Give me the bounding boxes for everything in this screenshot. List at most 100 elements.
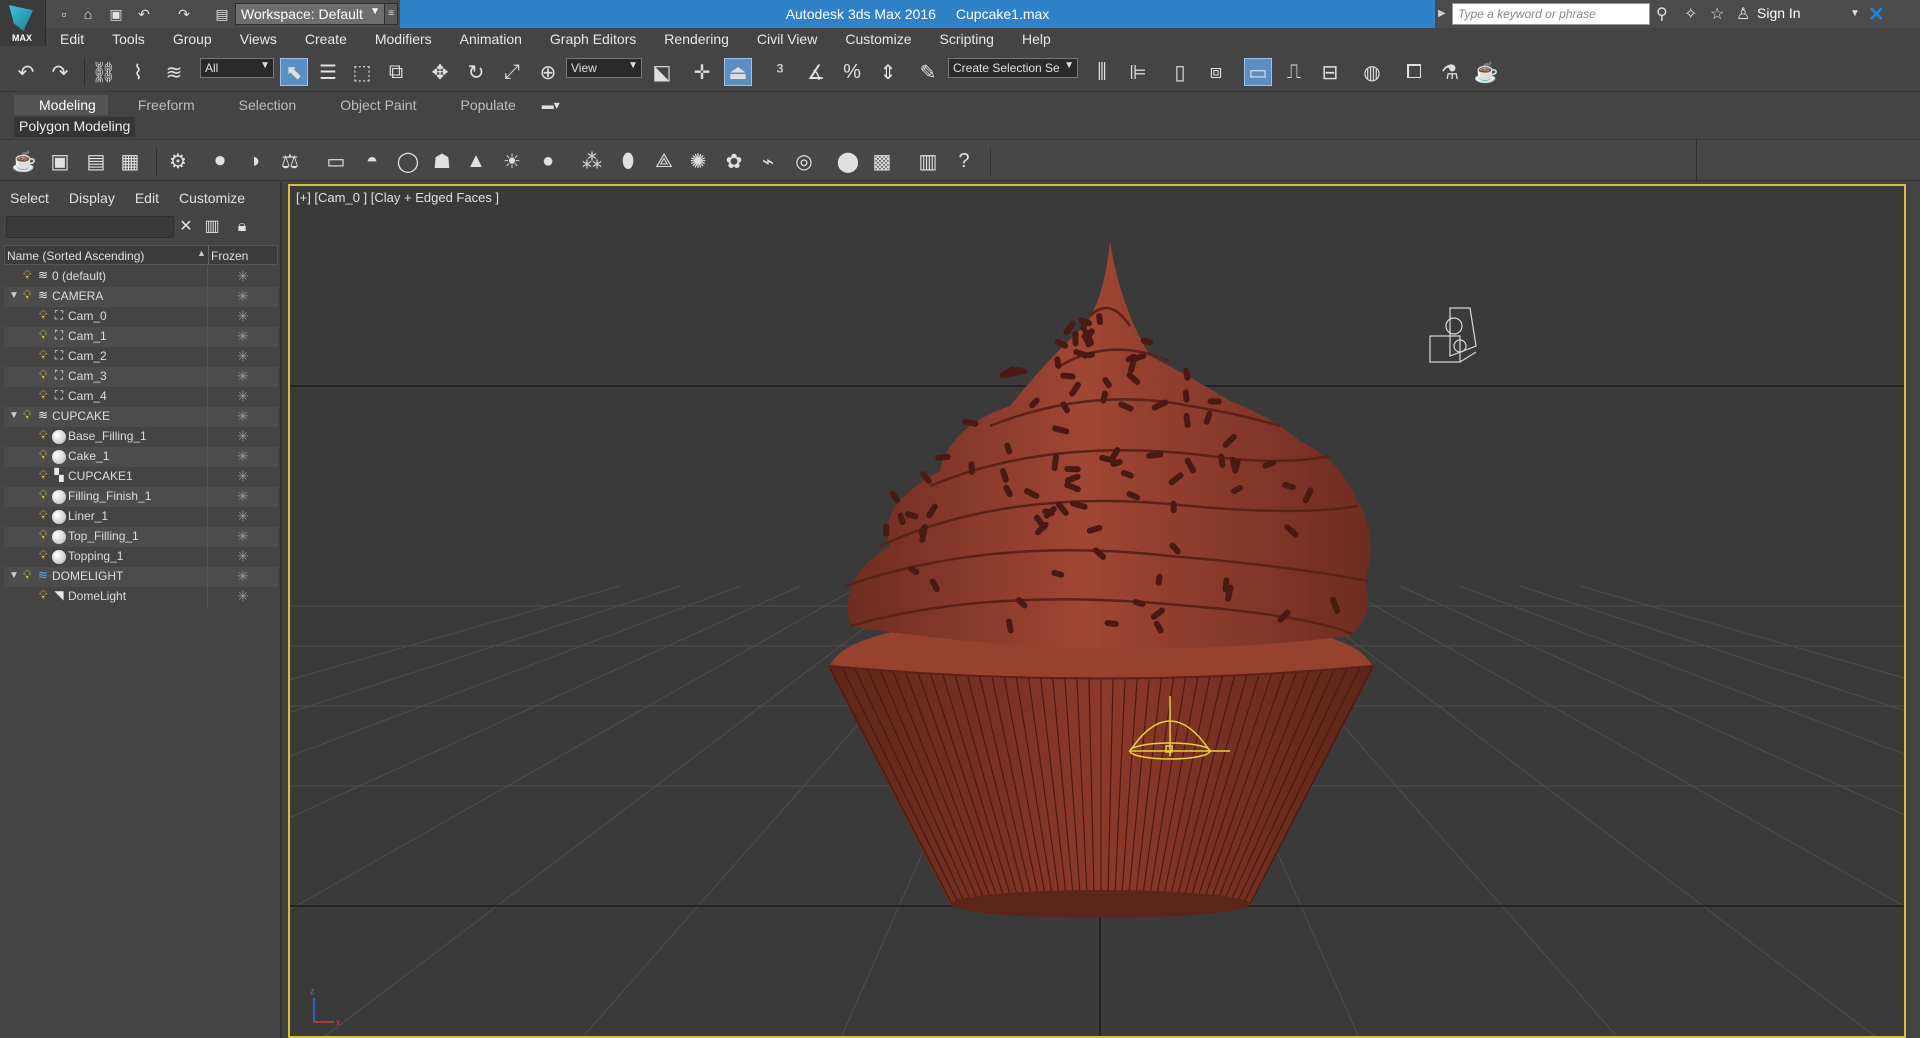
freeze-toggle-icon[interactable]: ✳ xyxy=(237,408,249,425)
render-setup-icon[interactable]: ⧠ xyxy=(1400,58,1428,86)
toggle-scene-explorer-icon[interactable]: ▯ xyxy=(1166,58,1194,86)
hair-fur-icon[interactable]: ⌁ xyxy=(754,147,782,175)
named-selection-set-dropdown[interactable]: Create Selection Se ▼ xyxy=(948,58,1078,78)
visibility-bulb-icon[interactable]: 💡︎ xyxy=(39,528,47,543)
schematic-view-icon[interactable]: ⊟ xyxy=(1316,58,1344,86)
freeze-toggle-icon[interactable]: ✳ xyxy=(237,468,249,485)
curve-editor-icon[interactable]: ⎍ xyxy=(1280,58,1308,86)
teapot-primitive-icon[interactable]: ☗ xyxy=(428,147,456,175)
cupcake-liner[interactable] xyxy=(827,666,1375,918)
freeze-toggle-icon[interactable]: ✳ xyxy=(237,308,249,325)
menu-animation[interactable]: Animation xyxy=(446,31,536,47)
explorer-menu-customize[interactable]: Customize xyxy=(179,190,245,206)
freeze-toggle-icon[interactable]: ✳ xyxy=(237,508,249,525)
shell-icon[interactable]: ◎ xyxy=(790,147,818,175)
lock-icon[interactable]: 🔒︎ xyxy=(232,216,252,238)
tree-row[interactable]: 💡︎ ⛶ Cam_1 ✳ xyxy=(4,327,278,347)
explorer-menu-edit[interactable]: Edit xyxy=(135,190,159,206)
visibility-bulb-icon[interactable]: 💡︎ xyxy=(39,368,47,383)
cone-icon[interactable]: ▲ xyxy=(462,147,490,175)
tab-object-paint[interactable]: Object Paint xyxy=(318,95,438,115)
new-layer-icon[interactable]: ▥ xyxy=(202,216,222,238)
tree-row[interactable]: 💡︎ ⛶ Cam_0 ✳ xyxy=(4,307,278,327)
visibility-bulb-icon[interactable]: 💡︎ xyxy=(39,348,47,363)
binoculars-icon[interactable]: ⚲ xyxy=(1656,4,1668,24)
search-expand-icon[interactable]: ▶ xyxy=(1438,3,1450,25)
sphere-icon[interactable]: ◯ xyxy=(394,147,422,175)
expand-toggle-icon[interactable]: ▼ xyxy=(9,410,19,421)
ornament-icon[interactable]: ✺ xyxy=(684,147,712,175)
sphere-yellow-icon[interactable]: ● xyxy=(534,147,562,175)
tree-row[interactable]: 💡︎ ⛶ Cam_3 ✳ xyxy=(4,367,278,387)
ribbon-options-icon[interactable]: ▬▾ xyxy=(538,96,564,114)
explorer-menu-select[interactable]: Select xyxy=(10,190,49,206)
place-icon[interactable]: ⊕ xyxy=(534,58,562,86)
tab-modeling[interactable]: Modeling xyxy=(14,95,108,115)
visibility-bulb-icon[interactable]: 💡︎ xyxy=(39,428,47,443)
tree-row[interactable]: 💡︎ Top_Filling_1 ✳ xyxy=(4,527,278,547)
tree-row[interactable]: 💡︎ ▚ CUPCAKE1 ✳ xyxy=(4,467,278,487)
freeze-toggle-icon[interactable]: ✳ xyxy=(237,448,249,465)
search-input[interactable]: Type a keyword or phrase xyxy=(1452,3,1650,25)
material-sphere-icon[interactable]: ⬤ xyxy=(834,147,862,175)
save-file-icon[interactable]: ▣ xyxy=(106,4,126,24)
tab-freeform[interactable]: Freeform xyxy=(108,95,217,115)
exchange-apps-icon[interactable]: ✕ xyxy=(1868,2,1885,27)
visibility-bulb-icon[interactable]: 💡︎ xyxy=(39,328,47,343)
angle-snap-icon[interactable]: ∡ xyxy=(802,58,830,86)
mirror-icon[interactable]: ⫼ xyxy=(1088,58,1116,86)
freeze-toggle-icon[interactable]: ✳ xyxy=(237,568,249,585)
dumbbell-icon[interactable]: ⚖ xyxy=(276,147,304,175)
select-and-link-icon[interactable]: ⛓ xyxy=(90,58,118,86)
freeze-toggle-icon[interactable]: ✳ xyxy=(237,528,249,545)
app-menu-button[interactable]: MAX xyxy=(0,0,46,46)
help-icon[interactable]: ? xyxy=(950,147,978,175)
redo-icon[interactable]: ↷ xyxy=(46,58,74,86)
camera-gizmo[interactable] xyxy=(1429,307,1477,363)
render-production-icon[interactable]: ☕ xyxy=(1472,58,1500,86)
visibility-bulb-icon[interactable]: 💡︎ xyxy=(23,268,31,283)
viewport-scene[interactable]: z x xyxy=(290,186,1906,1038)
menu-group[interactable]: Group xyxy=(159,31,226,47)
menu-civil-view[interactable]: Civil View xyxy=(743,31,831,47)
visibility-bulb-icon[interactable]: 💡︎ xyxy=(39,548,47,563)
keyboard-shortcut-override-icon[interactable]: ⏏ xyxy=(724,58,752,86)
foliage-icon[interactable]: ✿ xyxy=(720,147,748,175)
tree-row[interactable]: 💡︎ Topping_1 ✳ xyxy=(4,547,278,567)
tree-row[interactable]: ▼ 💡︎ ≋ DOMELIGHT ✳ xyxy=(4,567,278,587)
menu-edit[interactable]: Edit xyxy=(46,31,98,47)
tree-row[interactable]: 💡︎ ◥ DomeLight ✳ xyxy=(4,587,278,607)
percent-snap-icon[interactable]: % xyxy=(838,58,866,86)
layer-explorer-icon[interactable]: ⧈ xyxy=(1202,58,1230,86)
light-lister-icon[interactable]: ⚙ xyxy=(164,147,192,175)
visibility-bulb-icon[interactable]: 💡︎ xyxy=(23,408,31,423)
edit-named-selection-icon[interactable]: ✎ xyxy=(914,58,942,86)
explorer-menu-display[interactable]: Display xyxy=(69,190,115,206)
freeze-toggle-icon[interactable]: ✳ xyxy=(237,388,249,405)
select-and-move-icon[interactable]: ✥ xyxy=(426,58,454,86)
tree-row[interactable]: ▼ 💡︎ ≋ CAMERA ✳ xyxy=(4,287,278,307)
freeze-toggle-icon[interactable]: ✳ xyxy=(237,588,249,605)
tree-row[interactable]: 💡︎ Filling_Finish_1 ✳ xyxy=(4,487,278,507)
selection-filter-dropdown[interactable]: All ▼ xyxy=(200,58,274,78)
visibility-bulb-icon[interactable]: 💡︎ xyxy=(39,308,47,323)
visibility-bulb-icon[interactable]: 💡︎ xyxy=(39,588,47,603)
grid-panel-icon[interactable]: ▦ xyxy=(116,147,144,175)
window-crossing-icon[interactable]: ⧉ xyxy=(382,58,410,86)
expand-toggle-icon[interactable]: ▼ xyxy=(9,290,19,301)
menu-graph-editors[interactable]: Graph Editors xyxy=(536,31,650,47)
new-file-icon[interactable]: ▫ xyxy=(54,4,74,24)
undo-icon[interactable]: ↶ xyxy=(134,4,154,24)
menu-create[interactable]: Create xyxy=(291,31,361,47)
tree-row[interactable]: 💡︎ ⛶ Cam_4 ✳ xyxy=(4,387,278,407)
freeze-toggle-icon[interactable]: ✳ xyxy=(237,268,249,285)
visibility-bulb-icon[interactable]: 💡︎ xyxy=(39,448,47,463)
user-icon[interactable]: ♙ xyxy=(1736,4,1750,24)
plane-icon[interactable]: ▭ xyxy=(322,147,350,175)
hemisphere-icon[interactable]: ◓ xyxy=(358,147,386,175)
visibility-bulb-icon[interactable]: 💡︎ xyxy=(39,388,47,403)
rendered-frame-window-icon[interactable]: ⚗ xyxy=(1436,58,1464,86)
redo-icon[interactable]: ↷ xyxy=(174,4,194,24)
shading-icon[interactable]: ◑ xyxy=(240,147,268,175)
freeze-toggle-icon[interactable]: ✳ xyxy=(237,368,249,385)
